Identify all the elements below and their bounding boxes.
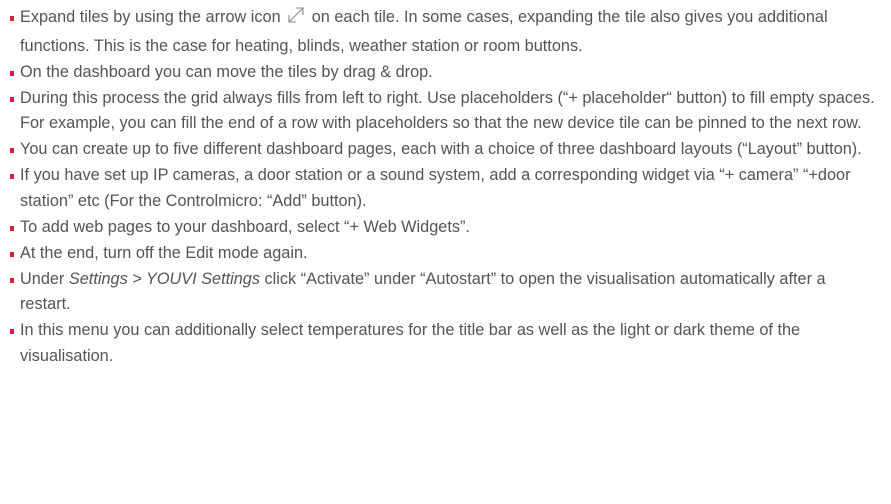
list-item-text: To add web pages to your dashboard, sele… [20,217,470,236]
list-item-text: On the dashboard you can move the tiles … [20,62,433,81]
list-item: If you have set up IP cameras, a door st… [10,163,880,214]
list-item: During this process the grid always fill… [10,86,880,137]
list-item: Expand tiles by using the arrow icon on … [10,5,880,59]
bullet-marker [10,148,14,154]
list-item: Under Settings > YOUVI Settings click “A… [10,267,880,318]
list-item-text: At the end, turn off the Edit mode again… [20,243,308,262]
list-item-text-start: Under [20,269,69,288]
list-item: To add web pages to your dashboard, sele… [10,215,880,241]
list-item: In this menu you can additionally select… [10,318,880,369]
list-item: At the end, turn off the Edit mode again… [10,241,880,267]
bullet-marker [10,96,14,102]
bullet-marker [10,70,14,76]
list-item-text: You can create up to five different dash… [20,140,862,159]
bullet-marker [10,329,14,335]
bullet-marker [10,277,14,283]
bullet-marker [10,251,14,257]
list-item-text: In this menu you can additionally select… [20,321,801,365]
bullet-marker [10,225,14,231]
bullet-marker [10,174,14,180]
list-item-text-start: Expand tiles by using the arrow icon [20,8,286,26]
settings-path: Settings > YOUVI Settings [68,269,260,288]
list-item-text: During this process the grid always fill… [20,88,875,133]
instructions-page: Expand tiles by using the arrow icon on … [0,0,891,504]
list-item: On the dashboard you can move the tiles … [10,60,880,86]
list-item: You can create up to five different dash… [10,137,880,163]
instruction-list: Expand tiles by using the arrow icon on … [0,5,891,369]
list-item-text: If you have set up IP cameras, a door st… [20,166,851,210]
bullet-marker [10,16,14,21]
expand-arrow-icon [286,5,306,34]
